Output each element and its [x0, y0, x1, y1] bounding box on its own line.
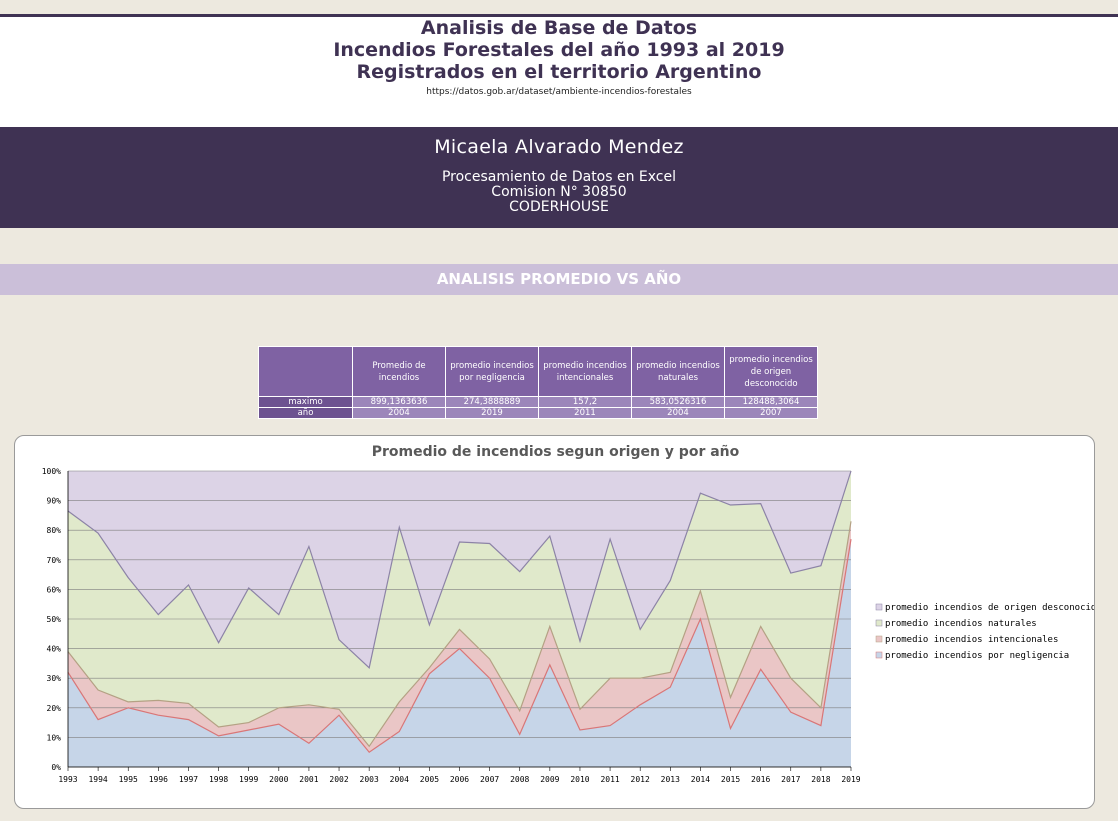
y-tick-label: 0% [51, 763, 61, 772]
page-title-line-1: Analisis de Base de Datos [420, 17, 698, 39]
x-tick-label: 2009 [540, 775, 559, 784]
legend-swatch [875, 635, 883, 643]
section-title: ANALISIS PROMEDIO VS AÑO [436, 270, 682, 288]
table-header-cell: promedio incendios intencionales [538, 346, 632, 397]
x-tick-label: 1999 [239, 775, 258, 784]
x-tick-label: 1994 [88, 775, 107, 784]
x-tick-label: 2011 [600, 775, 619, 784]
x-tick-label: 2002 [329, 775, 348, 784]
title-block: Analisis de Base de Datos Incendios Fore… [0, 17, 1118, 127]
x-tick-label: 1993 [58, 775, 77, 784]
legend-label: promedio incendios de origen desconocido [885, 603, 1094, 613]
table-header-cell: promedio incendios de origen desconocido [724, 346, 818, 397]
table-cell[interactable]: 157,2 [538, 396, 632, 408]
course-line: Procesamiento de Datos en Excel [441, 169, 677, 185]
table-cell[interactable]: 2011 [538, 407, 632, 419]
legend-swatch [875, 603, 883, 611]
x-tick-label: 2015 [721, 775, 740, 784]
legend-swatch [875, 651, 883, 659]
page-title-line-3: Registrados en el territorio Argentino [356, 61, 762, 83]
x-tick-label: 2017 [781, 775, 800, 784]
y-tick-label: 80% [47, 526, 62, 535]
x-tick-label: 2016 [751, 775, 770, 784]
course-line: CODERHOUSE [509, 199, 609, 215]
x-tick-label: 2010 [570, 775, 589, 784]
summary-table: Promedio de incendios promedio incendios… [258, 346, 818, 419]
x-tick-label: 2014 [691, 775, 710, 784]
table-cell[interactable]: 2004 [352, 407, 446, 419]
y-tick-label: 60% [47, 585, 62, 594]
table-header-cell [258, 346, 353, 397]
y-tick-label: 100% [42, 467, 61, 476]
y-tick-label: 40% [47, 645, 62, 654]
table-cell[interactable]: 274,3888889 [445, 396, 539, 408]
x-tick-label: 2013 [661, 775, 680, 784]
x-tick-label: 2012 [631, 775, 650, 784]
y-tick-label: 90% [47, 497, 62, 506]
course-info: Procesamiento de Datos en Excel Comision… [0, 170, 1118, 215]
table-header-row: Promedio de incendios promedio incendios… [258, 346, 818, 397]
y-tick-label: 50% [47, 615, 62, 624]
table-row: maximo 899,1363636 274,3888889 157,2 583… [258, 396, 818, 408]
page-title-line-2: Incendios Forestales del año 1993 al 201… [333, 39, 785, 61]
table-cell[interactable]: 899,1363636 [352, 396, 446, 408]
table-row: año 2004 2019 2011 2004 2007 [258, 407, 818, 419]
table-cell[interactable]: 128488,3064 [724, 396, 818, 408]
x-tick-label: 2018 [811, 775, 830, 784]
table-cell[interactable]: 2019 [445, 407, 539, 419]
y-tick-label: 10% [47, 733, 62, 742]
y-tick-label: 70% [47, 556, 62, 565]
legend-label: promedio incendios intencionales [885, 635, 1058, 645]
table-header-cell: promedio incendios por negligencia [445, 346, 539, 397]
author-name: Micaela Alvarado Mendez [434, 136, 684, 158]
table-cell[interactable]: 2007 [724, 407, 818, 419]
x-tick-label: 2006 [450, 775, 469, 784]
y-tick-label: 20% [47, 704, 62, 713]
table-cell[interactable]: 2004 [631, 407, 725, 419]
x-tick-label: 2001 [299, 775, 318, 784]
x-tick-label: 1998 [209, 775, 228, 784]
x-tick-label: 2005 [420, 775, 439, 784]
author-band: Micaela Alvarado Mendez Procesamiento de… [0, 127, 1118, 228]
x-tick-label: 2004 [390, 775, 409, 784]
section-band: ANALISIS PROMEDIO VS AÑO [0, 264, 1118, 295]
y-tick-label: 30% [47, 674, 62, 683]
x-tick-label: 2008 [510, 775, 529, 784]
x-tick-label: 1997 [179, 775, 198, 784]
x-tick-label: 2007 [480, 775, 499, 784]
legend-label: promedio incendios naturales [885, 619, 1037, 629]
table-row-label: año [258, 407, 353, 419]
chart-container[interactable]: Promedio de incendios segun origen y por… [14, 435, 1095, 809]
table-row-label: maximo [258, 396, 353, 408]
legend-swatch [875, 619, 883, 627]
x-tick-label: 2000 [269, 775, 288, 784]
course-line: Comision N° 30850 [491, 184, 627, 200]
table-header-cell: promedio incendios naturales [631, 346, 725, 397]
x-tick-label: 1995 [119, 775, 138, 784]
area-chart: 0% 10% 20% 30% 40% 50% 60% 70% 80% 90% 100% 1993 199… [42, 467, 1094, 784]
legend-label: promedio incendios por negligencia [885, 651, 1069, 661]
table-cell[interactable]: 583,0526316 [631, 396, 725, 408]
source-url[interactable]: https://datos.gob.ar/dataset/ambiente-in… [0, 87, 1118, 97]
x-tick-label: 2019 [841, 775, 860, 784]
x-tick-label: 1996 [149, 775, 168, 784]
table-header-cell: Promedio de incendios [352, 346, 446, 397]
x-tick-label: 2003 [360, 775, 379, 784]
